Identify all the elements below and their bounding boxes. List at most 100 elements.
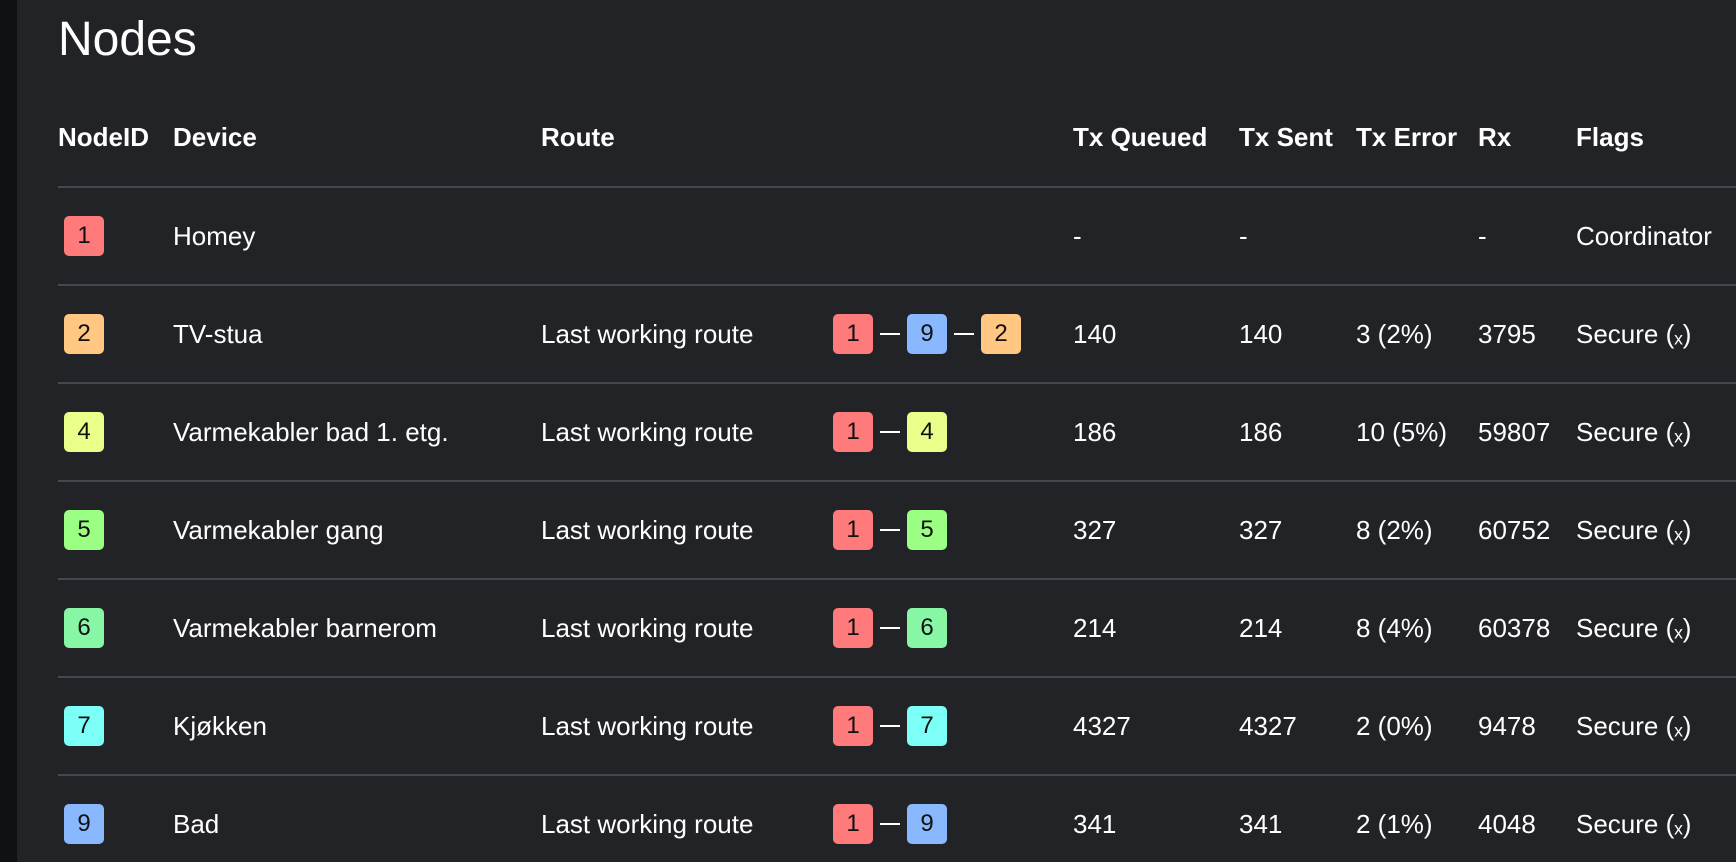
cell-rx: -: [1478, 187, 1576, 286]
route-label: Last working route: [541, 416, 754, 447]
route-hop-badge: 9: [907, 804, 947, 844]
cell-tx-sent: 327: [1239, 481, 1356, 580]
column-header-nodeid[interactable]: NodeID: [58, 88, 173, 188]
route-label: Last working route: [541, 514, 754, 545]
cell-node-id: 2: [58, 285, 173, 384]
nodes-panel: Nodes NodeID Device Route Tx Queued Tx S…: [17, 0, 1736, 862]
cell-rx: 60378: [1478, 579, 1576, 678]
cell-tx-sent: 140: [1239, 285, 1356, 384]
route-hop-badge: 7: [907, 706, 947, 746]
cell-tx-error: 2 (0%): [1356, 677, 1478, 776]
column-header-route[interactable]: Route: [541, 88, 1073, 188]
cell-route: Last working route 1 9: [541, 775, 1073, 862]
cell-flags: Secure (ₓ): [1576, 481, 1736, 580]
table-row[interactable]: 9 Bad Last working route 1 9 341 341 2 (1%) 4048…: [58, 775, 1736, 862]
route-label: Last working route: [541, 710, 754, 741]
column-header-tx-queued[interactable]: Tx Queued: [1073, 88, 1239, 188]
cell-tx-queued: 186: [1073, 383, 1239, 482]
cell-flags: Coordinator: [1576, 187, 1736, 286]
route-connector: [880, 431, 900, 433]
route-connector: [880, 529, 900, 531]
cell-rx: 4048: [1478, 775, 1576, 862]
route-hops: 19: [833, 804, 947, 844]
page-title: Nodes: [58, 13, 197, 66]
cell-tx-error: 3 (2%): [1356, 285, 1478, 384]
route-hop-badge: 9: [907, 314, 947, 354]
cell-rx: 60752: [1478, 481, 1576, 580]
cell-tx-queued: 327: [1073, 481, 1239, 580]
cell-tx-error: 10 (5%): [1356, 383, 1478, 482]
cell-tx-queued: 341: [1073, 775, 1239, 862]
node-id-badge: 2: [64, 314, 104, 354]
route-hop-badge: 1: [833, 608, 873, 648]
route-connector: [880, 627, 900, 629]
nodes-table-body: 1 Homey - - - Coordinator 2 TV-stua Last working…: [58, 187, 1736, 862]
cell-tx-error: 2 (1%): [1356, 775, 1478, 862]
cell-tx-queued: 4327: [1073, 677, 1239, 776]
cell-tx-queued: 214: [1073, 579, 1239, 678]
cell-rx: 3795: [1478, 285, 1576, 384]
cell-tx-sent: -: [1239, 187, 1356, 286]
nodes-table: NodeID Device Route Tx Queued Tx Sent Tx…: [58, 88, 1736, 862]
table-row[interactable]: 1 Homey - - - Coordinator: [58, 187, 1736, 286]
cell-node-id: 6: [58, 579, 173, 678]
node-id-badge: 6: [64, 608, 104, 648]
left-edge-strip: [0, 0, 17, 862]
cell-route: Last working route 1 5: [541, 481, 1073, 580]
table-row[interactable]: 5 Varmekabler gang Last working route 1 5 327…: [58, 481, 1736, 580]
table-row[interactable]: 6 Varmekabler barnerom Last working route 1…: [58, 579, 1736, 678]
route-label: Last working route: [541, 808, 754, 839]
route-label: Last working route: [541, 612, 754, 643]
cell-tx-sent: 186: [1239, 383, 1356, 482]
route-hops: 14: [833, 412, 947, 452]
node-id-badge: 1: [64, 216, 104, 256]
cell-route: Last working route 1 4: [541, 383, 1073, 482]
cell-device: Varmekabler barnerom: [173, 579, 541, 678]
cell-tx-sent: 214: [1239, 579, 1356, 678]
column-header-tx-error[interactable]: Tx Error: [1356, 88, 1478, 188]
cell-tx-sent: 4327: [1239, 677, 1356, 776]
cell-tx-error: 8 (2%): [1356, 481, 1478, 580]
cell-tx-error: 8 (4%): [1356, 579, 1478, 678]
route-hop-badge: 5: [907, 510, 947, 550]
route-hop-badge: 1: [833, 314, 873, 354]
table-row[interactable]: 4 Varmekabler bad 1. etg. Last working rou…: [58, 383, 1736, 482]
cell-route: Last working route 1 7: [541, 677, 1073, 776]
cell-tx-queued: -: [1073, 187, 1239, 286]
node-id-badge: 7: [64, 706, 104, 746]
column-header-flags[interactable]: Flags: [1576, 88, 1736, 188]
table-header-row: NodeID Device Route Tx Queued Tx Sent Tx…: [58, 88, 1736, 188]
cell-node-id: 1: [58, 187, 173, 286]
column-header-tx-sent[interactable]: Tx Sent: [1239, 88, 1356, 188]
cell-tx-error: [1356, 187, 1478, 286]
cell-rx: 9478: [1478, 677, 1576, 776]
node-id-badge: 5: [64, 510, 104, 550]
route-connector: [880, 333, 900, 335]
route-hop-badge: 6: [907, 608, 947, 648]
cell-device: Homey: [173, 187, 541, 286]
cell-device: Varmekabler gang: [173, 481, 541, 580]
route-connector: [954, 333, 974, 335]
route-hops: 15: [833, 510, 947, 550]
cell-device: TV-stua: [173, 285, 541, 384]
route-hops: 17: [833, 706, 947, 746]
cell-device: Varmekabler bad 1. etg.: [173, 383, 541, 482]
route-hop-badge: 1: [833, 510, 873, 550]
route-hop-badge: 1: [833, 412, 873, 452]
table-row[interactable]: 2 TV-stua Last working route 1 9 2 140 140 3 (2%…: [58, 285, 1736, 384]
node-id-badge: 9: [64, 804, 104, 844]
cell-node-id: 5: [58, 481, 173, 580]
cell-flags: Secure (ₓ): [1576, 775, 1736, 862]
cell-flags: Secure (ₓ): [1576, 383, 1736, 482]
route-connector: [880, 823, 900, 825]
route-hop-badge: 1: [833, 706, 873, 746]
column-header-rx[interactable]: Rx: [1478, 88, 1576, 188]
table-row[interactable]: 7 Kjøkken Last working route 1 7 4327 4327 2 (0…: [58, 677, 1736, 776]
cell-node-id: 4: [58, 383, 173, 482]
cell-device: Kjøkken: [173, 677, 541, 776]
cell-device: Bad: [173, 775, 541, 862]
cell-rx: 59807: [1478, 383, 1576, 482]
route-connector: [880, 725, 900, 727]
route-hop-badge: 1: [833, 804, 873, 844]
column-header-device[interactable]: Device: [173, 88, 541, 188]
